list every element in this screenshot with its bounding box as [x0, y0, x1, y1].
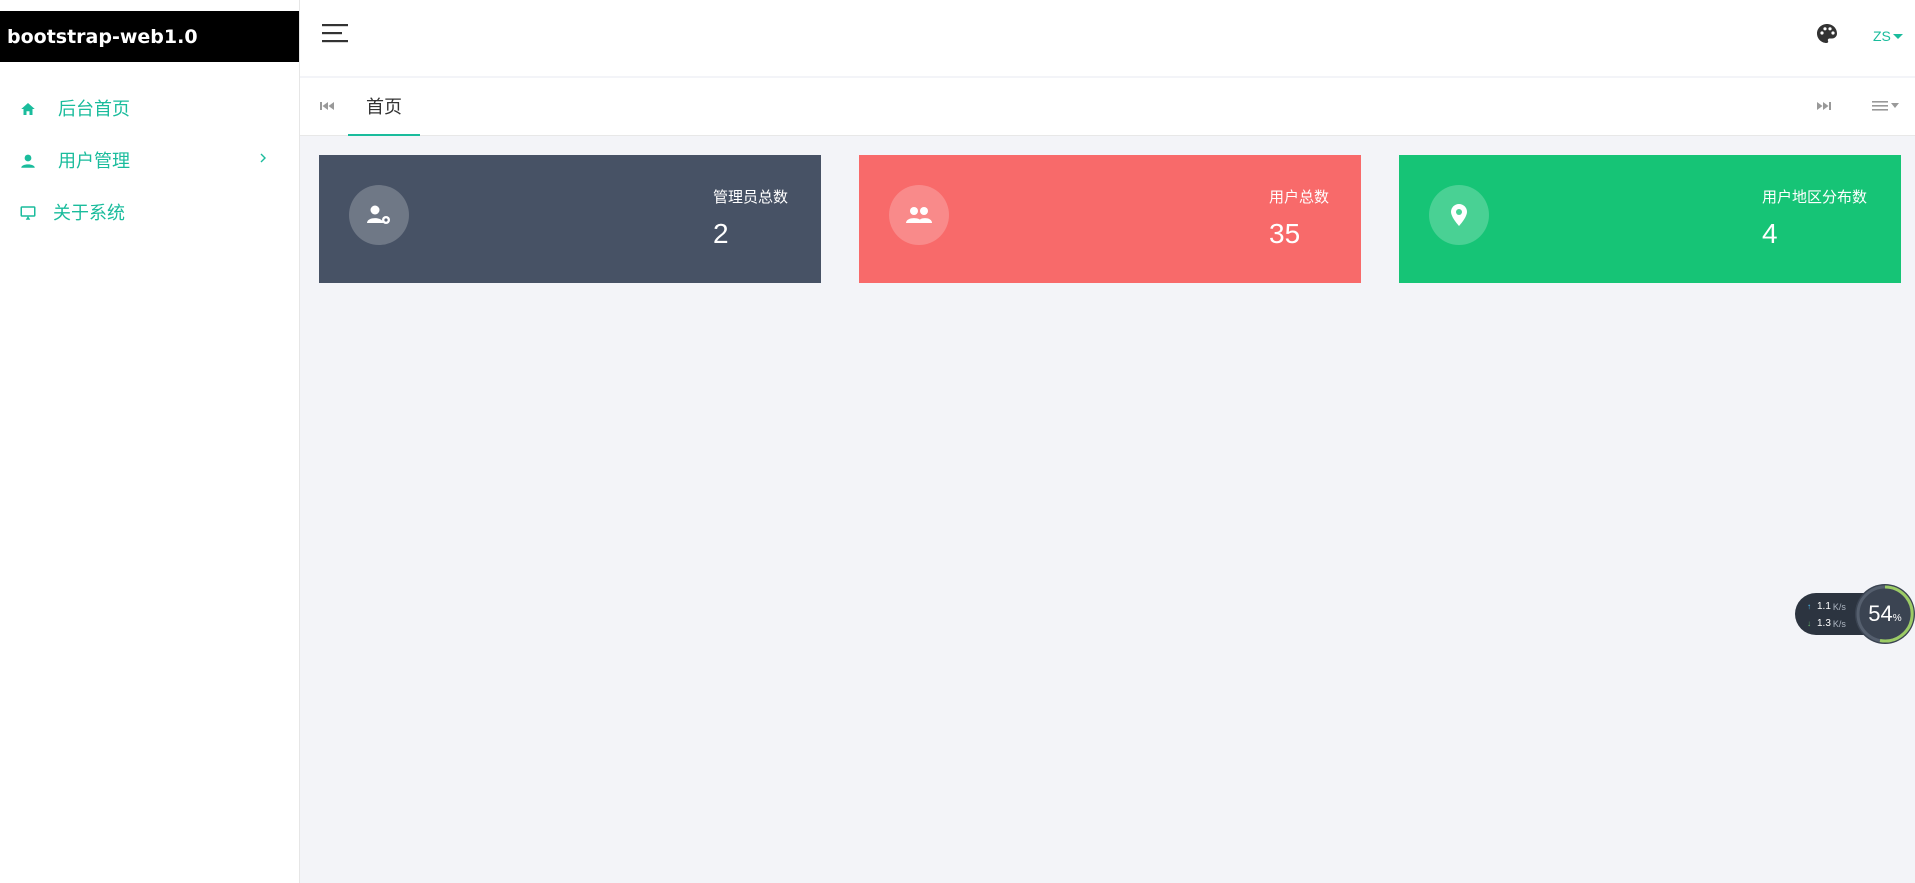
- stat-value: 35: [1269, 218, 1301, 249]
- stat-card-regions: 用户地区分布数 4: [1399, 155, 1901, 283]
- sidebar-nav: 后台首页 用户管理 关于系统: [0, 82, 299, 238]
- sidebar-item-about[interactable]: 关于系统: [0, 186, 299, 238]
- skip-back-icon[interactable]: [319, 99, 335, 113]
- caret-down-icon: [1892, 33, 1903, 39]
- sidebar-item-home[interactable]: 后台首页: [0, 82, 299, 134]
- user-icon: [21, 154, 35, 168]
- user-menu[interactable]: ZS: [1873, 28, 1903, 44]
- stat-card-users: 用户总数 35: [859, 155, 1361, 283]
- arrow-up-icon: ↑: [1807, 602, 1811, 611]
- download-unit: K/s: [1832, 618, 1846, 629]
- menu-icon[interactable]: [322, 23, 348, 43]
- tab-options-icon[interactable]: [1872, 98, 1902, 114]
- tab-bar: 首页: [300, 78, 1915, 136]
- stat-title: 用户地区分布数: [1762, 189, 1868, 206]
- sidebar: bootstrap-web1.0 后台首页 用户管理 关于系统: [0, 0, 300, 883]
- palette-icon[interactable]: [1815, 22, 1839, 46]
- stat-title: 用户总数: [1269, 189, 1330, 206]
- chevron-right-icon: [260, 153, 266, 163]
- usage-gauge[interactable]: 54%: [1855, 584, 1915, 644]
- stat-title: 管理员总数: [713, 189, 789, 206]
- sidebar-item-user-management[interactable]: 用户管理: [0, 134, 299, 186]
- top-header: ZS: [300, 0, 1915, 76]
- upload-unit: K/s: [1832, 601, 1846, 612]
- gauge-percent: 54%: [1855, 584, 1915, 644]
- stat-value: 4: [1762, 218, 1778, 249]
- map-pin-icon: [1451, 204, 1467, 226]
- sidebar-item-label: 关于系统: [53, 203, 125, 223]
- stat-card-admins: 管理员总数 2: [319, 155, 821, 283]
- download-value: 1.3: [1817, 618, 1831, 629]
- gauge-value: 54: [1868, 601, 1893, 626]
- stat-icon-circle: [1429, 185, 1489, 245]
- sidebar-item-label: 用户管理: [58, 151, 130, 171]
- gauge-percent-sign: %: [1892, 612, 1902, 624]
- stat-icon-circle: [889, 185, 949, 245]
- arrow-down-icon: ↓: [1807, 619, 1811, 628]
- stat-icon-circle: [349, 185, 409, 245]
- tab-home[interactable]: 首页: [348, 78, 420, 136]
- sidebar-item-label: 后台首页: [58, 99, 130, 119]
- upload-value: 1.1: [1817, 601, 1831, 612]
- brand-title: bootstrap-web1.0: [0, 11, 299, 62]
- home-icon: [21, 103, 35, 115]
- download-speed: ↓ 1.3 K/s: [1807, 618, 1846, 629]
- monitor-icon: [20, 206, 36, 220]
- stat-value: 2: [713, 218, 729, 249]
- skip-forward-icon[interactable]: [1816, 99, 1832, 113]
- user-gear-icon: [367, 205, 390, 224]
- users-icon: [906, 207, 932, 223]
- tab-label: 首页: [366, 97, 402, 117]
- user-name: ZS: [1873, 28, 1891, 44]
- upload-speed: ↑ 1.1 K/s: [1807, 601, 1846, 612]
